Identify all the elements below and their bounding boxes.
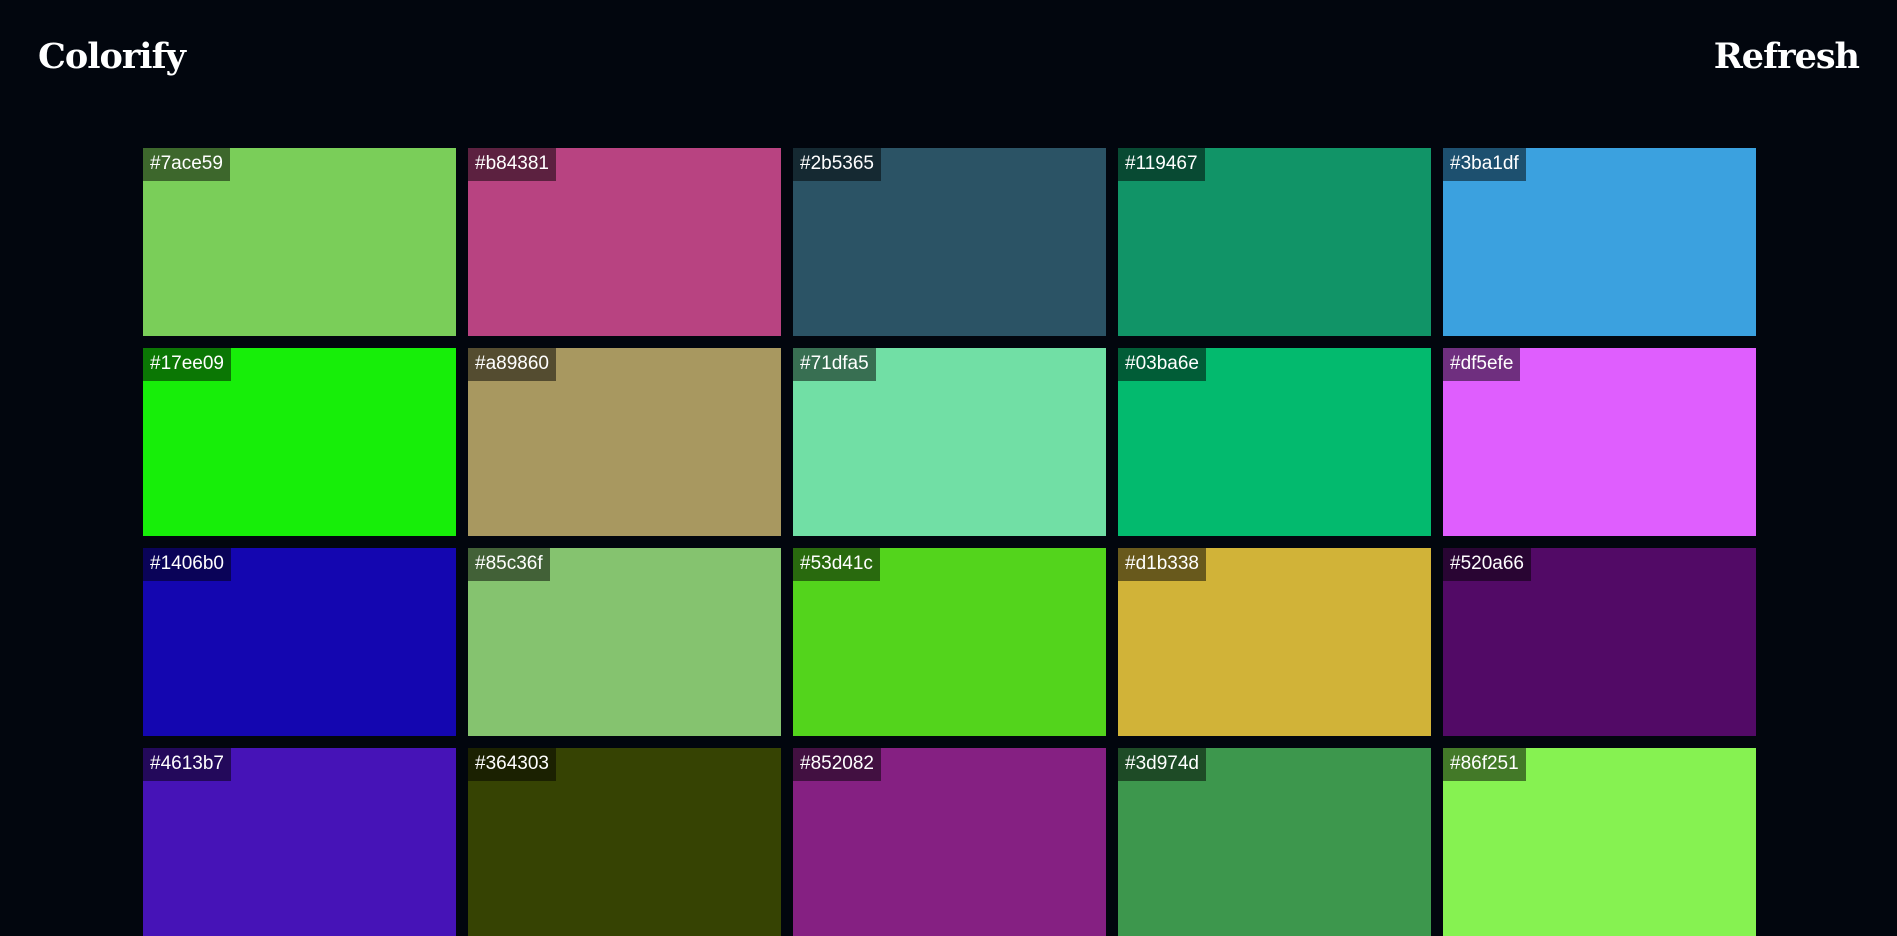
hex-label: #df5efe <box>1443 348 1521 381</box>
hex-label: #71dfa5 <box>793 348 876 381</box>
color-swatch[interactable]: #119467 <box>1118 148 1431 336</box>
hex-label: #17ee09 <box>143 348 231 381</box>
color-swatch[interactable]: #d1b338 <box>1118 548 1431 736</box>
hex-label: #7ace59 <box>143 148 230 181</box>
color-swatch[interactable]: #85c36f <box>468 548 781 736</box>
color-swatch[interactable]: #03ba6e <box>1118 348 1431 536</box>
color-swatch[interactable]: #520a66 <box>1443 548 1756 736</box>
hex-label: #3ba1df <box>1443 148 1526 181</box>
hex-label: #53d41c <box>793 548 880 581</box>
header: Colorify Refresh <box>0 0 1897 120</box>
hex-label: #852082 <box>793 748 881 781</box>
color-swatch[interactable]: #852082 <box>793 748 1106 936</box>
hex-label: #520a66 <box>1443 548 1531 581</box>
color-swatch[interactable]: #71dfa5 <box>793 348 1106 536</box>
color-swatch[interactable]: #17ee09 <box>143 348 456 536</box>
color-swatch[interactable]: #2b5365 <box>793 148 1106 336</box>
hex-label: #4613b7 <box>143 748 231 781</box>
hex-label: #364303 <box>468 748 556 781</box>
color-swatch[interactable]: #7ace59 <box>143 148 456 336</box>
hex-label: #b84381 <box>468 148 556 181</box>
color-swatch[interactable]: #1406b0 <box>143 548 456 736</box>
app-logo[interactable]: Colorify <box>38 36 186 77</box>
hex-label: #2b5365 <box>793 148 881 181</box>
color-swatch[interactable]: #86f251 <box>1443 748 1756 936</box>
refresh-button[interactable]: Refresh <box>1714 36 1860 77</box>
hex-label: #d1b338 <box>1118 548 1206 581</box>
hex-label: #3d974d <box>1118 748 1206 781</box>
hex-label: #a89860 <box>468 348 556 381</box>
color-swatch[interactable]: #364303 <box>468 748 781 936</box>
color-swatch[interactable]: #df5efe <box>1443 348 1756 536</box>
color-swatch[interactable]: #b84381 <box>468 148 781 336</box>
color-swatch[interactable]: #a89860 <box>468 348 781 536</box>
color-grid: #7ace59 #b84381 #2b5365 #119467 #3ba1df … <box>143 148 1756 936</box>
hex-label: #1406b0 <box>143 548 231 581</box>
hex-label: #119467 <box>1118 148 1205 181</box>
color-swatch[interactable]: #4613b7 <box>143 748 456 936</box>
color-swatch[interactable]: #3d974d <box>1118 748 1431 936</box>
color-swatch[interactable]: #53d41c <box>793 548 1106 736</box>
hex-label: #03ba6e <box>1118 348 1206 381</box>
hex-label: #86f251 <box>1443 748 1526 781</box>
hex-label: #85c36f <box>468 548 550 581</box>
color-swatch[interactable]: #3ba1df <box>1443 148 1756 336</box>
